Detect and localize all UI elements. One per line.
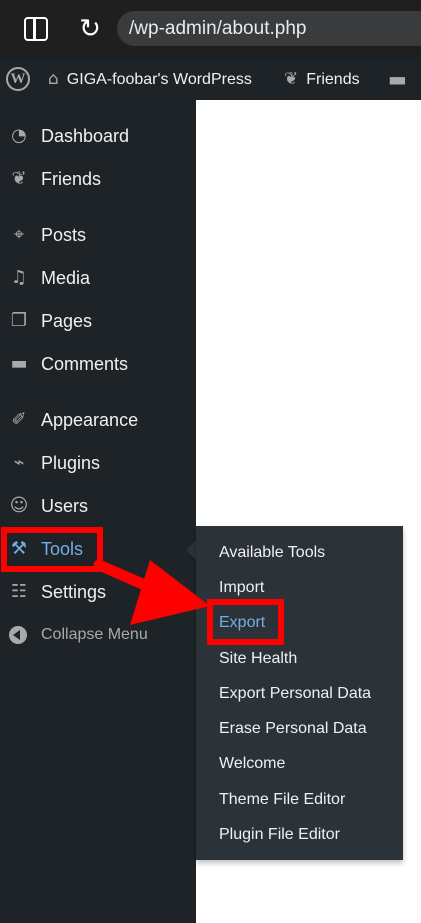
sidebar-item-label: Pages bbox=[41, 311, 93, 331]
friends-link[interactable]: ❦ Friends bbox=[284, 58, 360, 100]
sidebar-item-label: Comments bbox=[41, 354, 129, 374]
export-highlight-box bbox=[207, 599, 284, 645]
sidebar-item-settings[interactable]: ☷ Settings bbox=[0, 574, 196, 610]
comments-link[interactable]: ▬ bbox=[388, 58, 415, 100]
sidebar-item-dashboard[interactable]: ◔ Dashboard bbox=[0, 118, 196, 154]
flyout-pointer bbox=[186, 540, 196, 560]
sidebar-item-plugins[interactable]: ⌁ Plugins bbox=[0, 445, 196, 481]
submenu-item-plugin-file-editor[interactable]: Plugin File Editor bbox=[219, 820, 340, 850]
dashboard-icon: ◔ bbox=[11, 125, 27, 146]
sidebar-toggle-icon[interactable] bbox=[24, 17, 48, 41]
submenu-item-export-personal-data[interactable]: Export Personal Data bbox=[219, 679, 371, 709]
settings-sliders-icon: ☷ bbox=[10, 581, 28, 602]
wp-admin-bar: W ⌂ GIGA-foobar's WordPress ❦ Friends ▬ bbox=[0, 58, 421, 100]
friends-icon: ❦ bbox=[11, 168, 27, 189]
sidebar-item-label: Media bbox=[41, 268, 91, 288]
sidebar-item-comments[interactable]: ▬ Comments bbox=[0, 346, 196, 382]
address-bar[interactable]: /wp-admin/about.php bbox=[117, 11, 421, 46]
sidebar-item-users[interactable]: ☺ Users bbox=[0, 488, 196, 524]
reload-icon[interactable]: ↻ bbox=[76, 13, 104, 45]
sidebar-item-pages[interactable]: ❐ Pages bbox=[0, 303, 196, 339]
friends-label: Friends bbox=[306, 71, 360, 88]
collapse-menu-button[interactable]: Collapse Menu bbox=[0, 617, 196, 653]
sidebar-item-friends[interactable]: ❦ Friends bbox=[0, 161, 196, 197]
site-name-label: GIGA-foobar's WordPress bbox=[66, 71, 252, 88]
pages-icon: ❐ bbox=[10, 310, 28, 331]
sidebar-item-label: Posts bbox=[41, 225, 87, 245]
submenu-item-available-tools[interactable]: Available Tools bbox=[219, 538, 325, 568]
tools-highlight-box bbox=[1, 527, 103, 572]
submenu-item-welcome[interactable]: Welcome bbox=[219, 749, 285, 779]
friends-icon: ❦ bbox=[284, 69, 299, 89]
plug-icon: ⌁ bbox=[13, 452, 25, 473]
sidebar-item-label: Friends bbox=[41, 169, 102, 189]
site-name-link[interactable]: ⌂ GIGA-foobar's WordPress bbox=[48, 58, 252, 100]
sidebar-item-label: Settings bbox=[41, 582, 107, 602]
paintbrush-icon: ✐ bbox=[11, 409, 27, 430]
comment-icon: ▬ bbox=[10, 353, 28, 374]
sidebar-item-label: Appearance bbox=[41, 410, 139, 430]
sidebar-item-label: Dashboard bbox=[41, 126, 130, 146]
submenu-item-site-health[interactable]: Site Health bbox=[219, 644, 297, 674]
submenu-item-erase-personal-data[interactable]: Erase Personal Data bbox=[219, 714, 367, 744]
sidebar-item-label: Plugins bbox=[41, 453, 101, 473]
sidebar-item-label: Users bbox=[41, 496, 89, 516]
sidebar-item-posts[interactable]: ⌖ Posts bbox=[0, 217, 196, 253]
collapse-menu-label: Collapse Menu bbox=[41, 626, 148, 643]
submenu-item-theme-file-editor[interactable]: Theme File Editor bbox=[219, 785, 345, 815]
home-icon: ⌂ bbox=[48, 69, 59, 89]
sidebar-item-media[interactable]: ♫ Media bbox=[0, 260, 196, 296]
browser-toolbar: ↻ /wp-admin/about.php bbox=[0, 0, 421, 58]
pin-icon: ⌖ bbox=[13, 224, 25, 245]
media-icon: ♫ bbox=[10, 267, 28, 288]
sidebar-item-appearance[interactable]: ✐ Appearance bbox=[0, 402, 196, 438]
wordpress-logo-icon[interactable]: W bbox=[6, 67, 30, 91]
comment-bubble-icon: ▬ bbox=[388, 67, 407, 91]
collapse-arrow-icon bbox=[9, 626, 27, 644]
user-icon: ☺ bbox=[9, 495, 29, 516]
